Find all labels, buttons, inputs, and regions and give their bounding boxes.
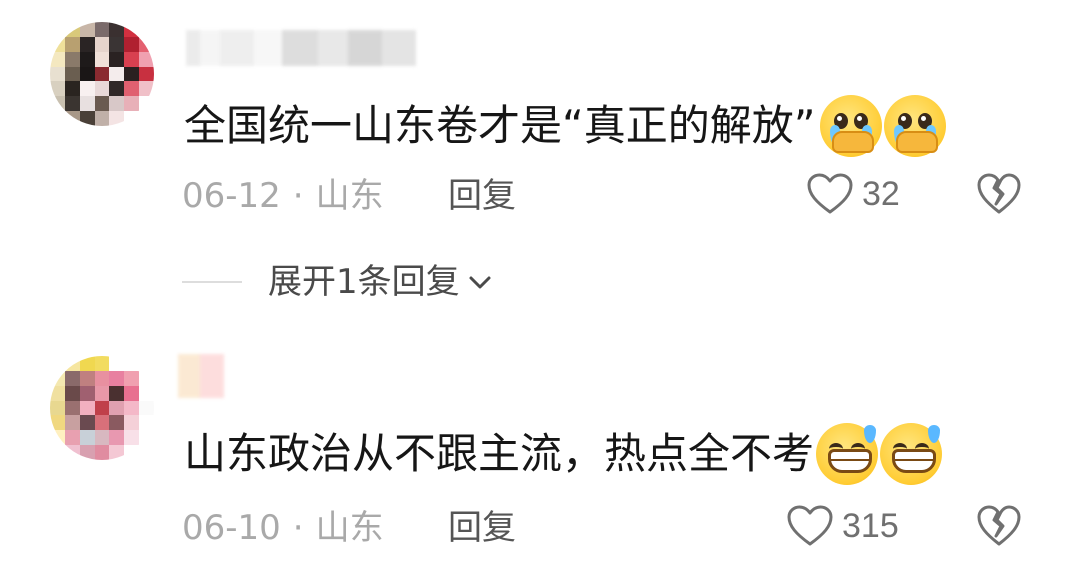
expand-replies[interactable]: 展开1条回复: [182, 262, 494, 302]
comment-date: 06-12: [182, 176, 281, 216]
comment-item: 全国统一山东卷才是“真正的解放” 06-12 · 山东 回复 32 展开1条回复: [0, 0, 1080, 330]
heart-outline-icon: [786, 504, 834, 548]
like-count: 32: [862, 175, 900, 213]
expand-replies-label: 展开1条回复: [268, 262, 460, 302]
expand-divider: [182, 281, 242, 283]
crying-hands-emoji-icon: [819, 95, 882, 157]
comment-item: 山东政治从不跟主流，热点全不考 06-10 · 山东 回复 315: [0, 330, 1080, 569]
like-button[interactable]: 32: [806, 172, 900, 216]
broken-heart-icon: [976, 172, 1022, 216]
comment-meta: 06-10 · 山东: [182, 508, 384, 548]
like-button[interactable]: 315: [786, 504, 899, 548]
crying-hands-emoji-icon: [883, 95, 946, 157]
dislike-button[interactable]: [976, 504, 1022, 548]
reply-button[interactable]: 回复: [448, 508, 516, 548]
comment-text-content: 山东政治从不跟主流，热点全不考: [184, 429, 815, 478]
comment-text-content: 全国统一山东卷才是“真正的解放”: [184, 101, 816, 150]
comment-meta: 06-12 · 山东: [182, 176, 384, 216]
grinning-sweat-emoji-icon: [880, 423, 943, 485]
grinning-sweat-emoji-icon: [816, 423, 879, 485]
comment-location: 山东: [315, 508, 384, 548]
meta-separator: ·: [292, 176, 304, 216]
meta-separator: ·: [292, 508, 304, 548]
comment-date: 06-10: [182, 508, 281, 548]
reply-button[interactable]: 回复: [448, 176, 516, 216]
username-blurred[interactable]: [178, 354, 224, 398]
like-count: 315: [842, 507, 899, 545]
avatar[interactable]: [50, 356, 154, 460]
comment-location: 山东: [315, 176, 384, 216]
dislike-button[interactable]: [976, 172, 1022, 216]
chevron-down-icon: [466, 268, 494, 296]
avatar[interactable]: [50, 22, 154, 126]
comment-text: 山东政治从不跟主流，热点全不考: [184, 423, 943, 485]
comment-text: 全国统一山东卷才是“真正的解放”: [184, 95, 946, 157]
heart-outline-icon: [806, 172, 854, 216]
broken-heart-icon: [976, 504, 1022, 548]
username-blurred[interactable]: [186, 30, 416, 66]
